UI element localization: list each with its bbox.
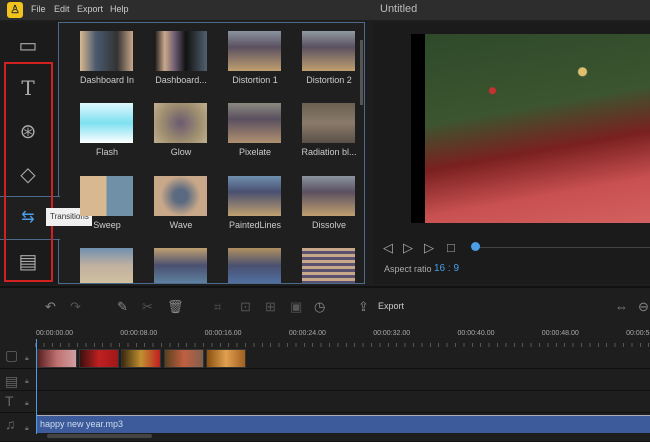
transition-label: Sweep [93,220,121,230]
transition-thumbnail[interactable] [154,31,207,71]
next-frame-button[interactable]: ▷ [424,240,434,256]
transition-thumbnail[interactable] [302,248,355,283]
transition-label: Glow [170,147,192,157]
timeline-scrollbar[interactable] [47,434,152,438]
aspect-ratio-value[interactable]: 16 : 9 [434,263,459,274]
panel-scrollbar[interactable] [360,40,363,105]
lock-icon[interactable]: 🔒︎ [25,425,29,433]
transition-thumbnail[interactable] [154,103,207,143]
export-icon[interactable]: ⇪ [358,299,369,315]
transition-thumbnail[interactable] [302,31,355,71]
zoom-icon[interactable]: ⊡ [240,299,251,315]
video-clip[interactable] [79,349,120,368]
duration-icon[interactable]: ◷ [314,299,325,315]
ruler-label: 00:00:24.00 [288,330,326,337]
menu-export[interactable]: Export [77,4,103,14]
prev-frame-button[interactable]: ◁ [383,240,393,256]
transition-label: Wave [169,220,193,230]
highlight-box [4,62,53,282]
overlay-track [0,369,650,391]
menu-file[interactable]: File [31,4,46,14]
transition-thumbnail[interactable] [228,248,281,283]
ruler-label: 00:00:40.00 [457,330,495,337]
stop-button[interactable]: □ [447,240,455,255]
transition-label: Dissolve [311,220,346,230]
video-clip[interactable] [163,349,204,368]
crop-icon[interactable]: ⌗ [214,299,221,315]
mosaic-icon[interactable]: ⊞ [265,299,276,315]
cut-icon[interactable]: ✂ [142,299,153,315]
preview-frame [425,34,650,223]
redo-icon[interactable]: ↷ [70,299,81,315]
transition-thumbnail[interactable] [154,248,207,283]
transition-thumbnail[interactable] [80,31,133,71]
ruler-label: 00:00:16.00 [204,330,242,337]
lock-icon[interactable]: 🔒︎ [25,355,29,363]
lock-icon[interactable]: 🔒︎ [25,378,29,386]
audio-clip-label: happy new year.mp3 [40,419,124,429]
transition-label: Dashboard... [155,75,207,85]
transition-thumbnail[interactable] [80,103,133,143]
aspect-ratio-label: Aspect ratio [384,264,432,274]
transition-thumbnail[interactable] [302,176,355,216]
video-clip[interactable] [205,349,246,368]
ruler-label: 00:00:48.00 [541,330,579,337]
transition-thumbnail[interactable] [80,176,133,216]
video-track-icon: ▢ [5,347,19,363]
transition-thumbnail[interactable] [154,176,207,216]
window-title: Untitled [380,3,418,15]
transition-label: Pixelate [238,147,272,157]
ruler-label: 00:00:56 [626,330,650,337]
zoom-out-icon[interactable]: ⊖ [638,299,649,315]
playhead[interactable] [36,339,37,434]
delete-icon[interactable]: 🗑 [167,299,184,315]
menu-edit[interactable]: Edit [54,4,70,14]
transition-thumbnail[interactable] [228,176,281,216]
seek-knob[interactable] [471,242,480,251]
overlay-track-icon: ▤ [5,373,19,389]
media-icon[interactable]: ▭ [14,34,42,58]
text-track [0,391,650,413]
play-button[interactable]: ▷ [403,240,413,256]
lock-icon[interactable]: 🔒︎ [25,400,29,408]
app-logo-icon: ♙ [7,2,23,18]
video-clip[interactable] [121,349,162,368]
text-track-icon: T [5,393,14,409]
fit-icon[interactable]: ⇔ [615,299,628,314]
transition-label: PaintedLines [228,220,282,230]
transition-label: Distortion 2 [306,75,352,85]
transition-thumbnail[interactable] [80,248,133,283]
video-clip[interactable] [37,349,77,368]
transition-thumbnail[interactable] [228,103,281,143]
export-button[interactable]: Export [378,301,404,311]
transition-thumbnail[interactable] [302,103,355,143]
edit-icon[interactable]: ✎ [117,299,128,315]
ruler-label: 00:00:32.00 [373,330,411,337]
transition-label: Distortion 1 [232,75,278,85]
freeze-icon[interactable]: ▣ [290,299,302,315]
menu-help[interactable]: Help [110,4,129,14]
seek-bar[interactable] [476,247,650,248]
transition-label: Dashboard In [79,75,135,85]
undo-icon[interactable]: ↶ [45,299,56,315]
transition-label: Flash [95,147,118,157]
ruler-label: 00:00:08.00 [120,330,158,337]
transition-thumbnail[interactable] [228,31,281,71]
music-track-icon: ♫ [5,416,16,432]
audio-clip[interactable] [36,415,650,433]
ruler-label: 00:00:00.00 [36,330,73,337]
transition-label: Radiation bl... [301,147,357,157]
